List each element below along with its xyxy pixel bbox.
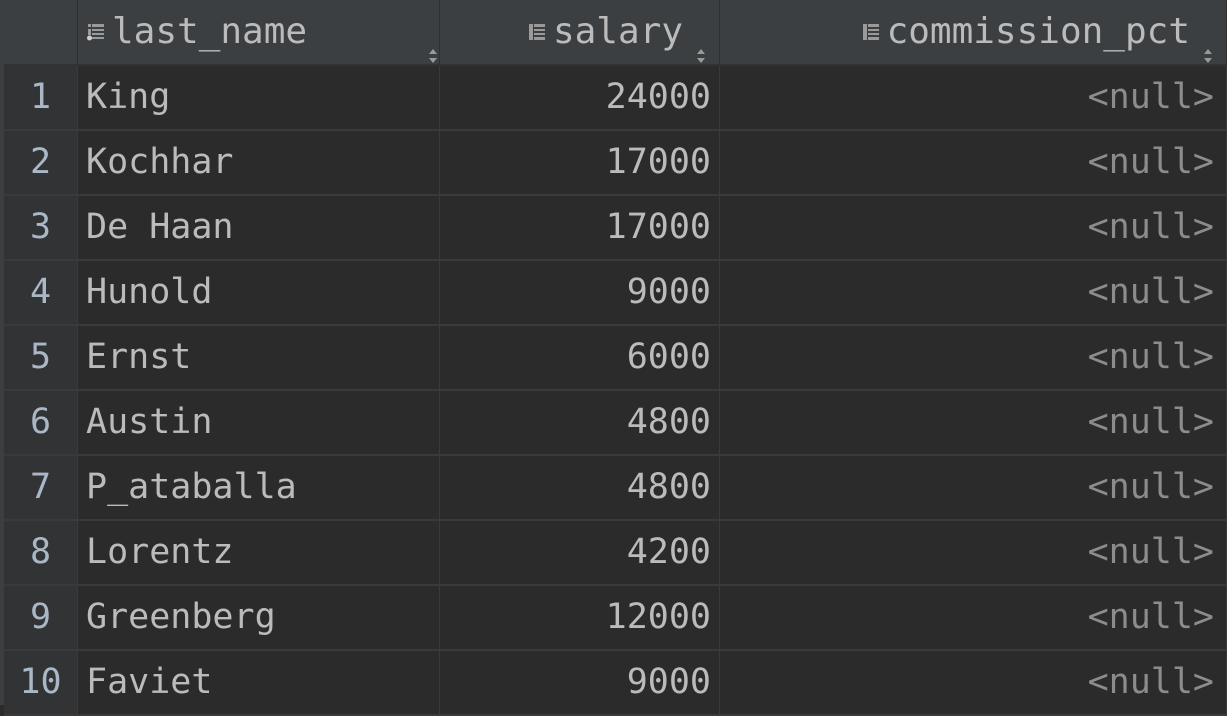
sort-icon[interactable] xyxy=(1202,22,1214,63)
cell-salary[interactable]: 6000 xyxy=(440,326,720,391)
cell-salary[interactable]: 9000 xyxy=(440,261,720,326)
cell-last-name[interactable]: Faviet xyxy=(78,651,440,716)
row-number[interactable]: 6 xyxy=(4,391,78,456)
column-header-last-name[interactable]: last_name xyxy=(78,0,440,66)
cell-salary[interactable]: 17000 xyxy=(440,131,720,196)
row-number[interactable]: 2 xyxy=(4,131,78,196)
row-number[interactable]: 9 xyxy=(4,586,78,651)
row-number[interactable]: 10 xyxy=(4,651,78,716)
row-number[interactable]: 5 xyxy=(4,326,78,391)
column-header-salary[interactable]: salary xyxy=(440,0,720,66)
cell-salary[interactable]: 4800 xyxy=(440,391,720,456)
sort-icon[interactable] xyxy=(427,22,439,63)
column-icon xyxy=(527,22,547,42)
cell-commission-pct[interactable]: <null> xyxy=(720,326,1227,391)
row-number[interactable]: 3 xyxy=(4,196,78,261)
row-number[interactable]: 7 xyxy=(4,456,78,521)
column-icon xyxy=(861,22,881,42)
sort-icon[interactable] xyxy=(695,22,707,63)
row-number[interactable]: 1 xyxy=(4,66,78,131)
cell-commission-pct[interactable]: <null> xyxy=(720,456,1227,521)
column-header-label: commission_pct xyxy=(886,11,1190,52)
cell-last-name[interactable]: De Haan xyxy=(78,196,440,261)
cell-salary[interactable]: 17000 xyxy=(440,196,720,261)
cell-last-name[interactable]: King xyxy=(78,66,440,131)
result-grid: last_name salary commission_pct 1 King 2… xyxy=(4,0,1227,716)
key-column-icon xyxy=(86,22,106,42)
row-number[interactable]: 8 xyxy=(4,521,78,586)
cell-commission-pct[interactable]: <null> xyxy=(720,391,1227,456)
cell-salary[interactable]: 4800 xyxy=(440,456,720,521)
cell-salary[interactable]: 24000 xyxy=(440,66,720,131)
cell-commission-pct[interactable]: <null> xyxy=(720,131,1227,196)
column-header-label: salary xyxy=(552,11,683,52)
cell-commission-pct[interactable]: <null> xyxy=(720,196,1227,261)
cell-last-name[interactable]: Greenberg xyxy=(78,586,440,651)
cell-last-name[interactable]: Lorentz xyxy=(78,521,440,586)
column-header-commission-pct[interactable]: commission_pct xyxy=(720,0,1227,66)
cell-commission-pct[interactable]: <null> xyxy=(720,261,1227,326)
row-number-header[interactable] xyxy=(4,0,78,66)
cell-commission-pct[interactable]: <null> xyxy=(720,521,1227,586)
cell-salary[interactable]: 9000 xyxy=(440,651,720,716)
cell-salary[interactable]: 12000 xyxy=(440,586,720,651)
cell-last-name[interactable]: Hunold xyxy=(78,261,440,326)
cell-salary[interactable]: 4200 xyxy=(440,521,720,586)
cell-last-name[interactable]: P_ataballa xyxy=(78,456,440,521)
cell-last-name[interactable]: Kochhar xyxy=(78,131,440,196)
cell-last-name[interactable]: Ernst xyxy=(78,326,440,391)
row-number[interactable]: 4 xyxy=(4,261,78,326)
column-header-label: last_name xyxy=(112,11,308,52)
cell-last-name[interactable]: Austin xyxy=(78,391,440,456)
cell-commission-pct[interactable]: <null> xyxy=(720,651,1227,716)
cell-commission-pct[interactable]: <null> xyxy=(720,586,1227,651)
cell-commission-pct[interactable]: <null> xyxy=(720,66,1227,131)
